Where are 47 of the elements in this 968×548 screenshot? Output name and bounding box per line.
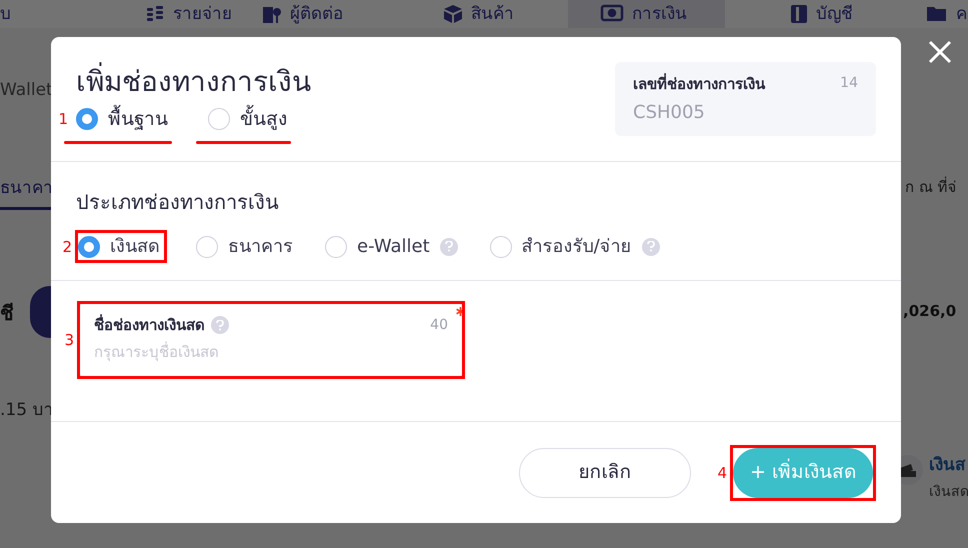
radio-label[interactable]: ธนาคาร — [228, 233, 293, 260]
radio-label[interactable]: ขั้นสูง — [240, 105, 287, 134]
radio-label[interactable]: สำรองรับ/จ่าย — [522, 233, 632, 260]
annotation-number: 2 — [62, 236, 73, 258]
close-button[interactable] — [926, 38, 954, 66]
character-count: 14 — [840, 74, 858, 93]
tab-label[interactable]: ก ณ ที่จ่ — [905, 176, 957, 198]
radio-button[interactable] — [196, 236, 218, 258]
cancel-button[interactable]: ยกเลิก — [519, 448, 691, 498]
input-field[interactable]: กรุณาระบุชื่อเงินสด — [94, 340, 448, 363]
folder-icon — [926, 4, 948, 24]
radio-button[interactable] — [490, 236, 512, 258]
book-icon — [790, 4, 808, 24]
radio-label[interactable]: เงินสด — [110, 233, 160, 260]
item-title: เงินส — [929, 454, 965, 477]
nav-tab[interactable]: สินค้า — [443, 0, 514, 28]
annotation-number: 3 — [64, 330, 75, 351]
radio-button[interactable] — [208, 108, 230, 130]
account-label: ชี — [0, 300, 14, 327]
document-number-label: เลขที่ช่องทางการเงิน — [633, 73, 765, 95]
banknote-icon — [600, 4, 624, 24]
nav-tab[interactable]: ผู้ติดต่อ — [262, 0, 343, 28]
bank-tab-label[interactable]: ธนาคา — [0, 176, 53, 202]
radio-label[interactable]: พื้นฐาน — [108, 105, 168, 134]
radio-label[interactable]: e-Wallet — [357, 233, 430, 260]
field-label: ชื่อช่องทางเงินสด — [94, 314, 205, 336]
character-count: 40 — [430, 316, 448, 335]
wallet-tab-label[interactable]: Wallet — [0, 78, 53, 104]
amount-text: ,026,0 — [903, 301, 956, 322]
nav-tab[interactable]: การเงิน — [568, 0, 725, 28]
radio-button[interactable] — [76, 108, 98, 130]
section-title: ประเภทช่องทางการเงิน — [76, 189, 280, 216]
box-icon — [443, 4, 463, 24]
document-number-value: CSH005 — [633, 100, 706, 124]
add-button[interactable]: + เพิ่มเงินสด — [733, 448, 873, 498]
nav-tab[interactable]: บ — [0, 0, 11, 28]
dialog-title: เพิ่มช่องทางการเงิน — [76, 62, 311, 102]
nav-tab[interactable]: ค — [926, 0, 967, 28]
radio-button[interactable] — [78, 236, 100, 258]
coins-icon — [145, 4, 165, 24]
nav-tab[interactable]: รายจ่าย — [145, 0, 232, 28]
nav-tab[interactable]: บัญชี — [790, 0, 853, 28]
annotation-number: 1 — [58, 109, 69, 130]
item-subtitle: เงินสด — [929, 483, 968, 502]
radio-button[interactable] — [325, 236, 347, 258]
annotation-number: 4 — [717, 462, 728, 484]
building-icon — [262, 4, 282, 24]
